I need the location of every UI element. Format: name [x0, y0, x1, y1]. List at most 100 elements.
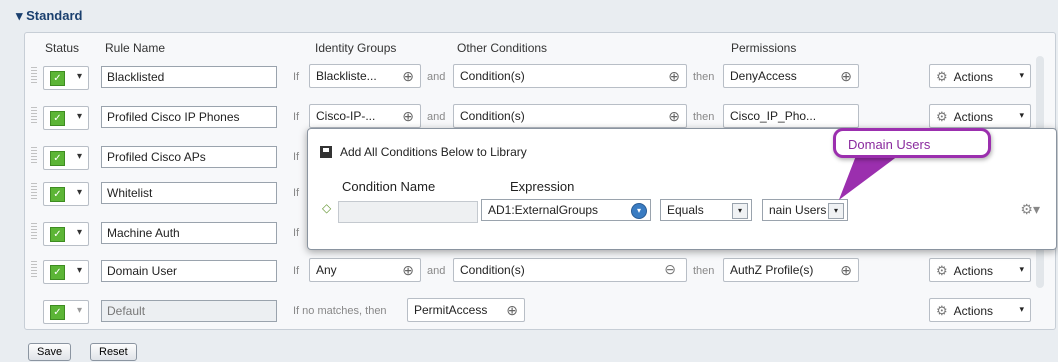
condition-name-input[interactable]	[338, 201, 478, 223]
and-label: and	[427, 111, 446, 123]
col-identity-groups: Identity Groups	[315, 41, 397, 55]
chevron-down-icon: ▾	[1019, 70, 1024, 80]
then-label: then	[693, 265, 715, 277]
chevron-down-icon: ▾	[732, 203, 748, 219]
rule-name-input[interactable]: Blacklisted	[101, 66, 277, 88]
gear-icon: ⚙	[936, 263, 948, 278]
plus-icon[interactable]: ⊕	[506, 302, 518, 319]
domain-users-tooltip: Domain Users	[833, 128, 991, 158]
status-toggle[interactable]: ✓ ▾	[43, 106, 89, 130]
actions-button[interactable]: ⚙ Actions ▾	[929, 258, 1031, 282]
condition-name-header: Condition Name	[342, 179, 436, 194]
save-icon	[320, 146, 332, 158]
check-icon: ✓	[50, 187, 65, 202]
chevron-down-icon: ▾	[76, 265, 82, 276]
plus-icon[interactable]: ⊕	[840, 262, 852, 279]
rule-name-input[interactable]: Domain User	[101, 260, 277, 282]
drag-handle-icon[interactable]	[31, 67, 37, 85]
col-other-conditions: Other Conditions	[457, 41, 548, 55]
permission-field[interactable]: Cisco_IP_Pho...	[723, 104, 859, 128]
chevron-down-icon: ▾	[76, 151, 82, 162]
plus-icon[interactable]: ⊕	[402, 68, 414, 85]
status-toggle[interactable]: ✓ ▾	[43, 146, 89, 170]
plus-icon[interactable]: ⊕	[402, 108, 414, 125]
drag-handle-icon[interactable]	[31, 147, 37, 165]
minus-icon[interactable]: ⊖	[664, 261, 676, 278]
col-status: Status	[45, 41, 80, 55]
rule-name-input: Default	[101, 300, 277, 322]
check-icon: ✓	[50, 227, 65, 242]
then-label: then	[693, 71, 715, 83]
permission-field[interactable]: PermitAccess ⊕	[407, 298, 525, 322]
chevron-down-icon: ▾	[76, 71, 82, 82]
value-select[interactable]: nain Users ▾	[762, 199, 848, 221]
check-icon: ✓	[50, 71, 65, 86]
check-icon: ✓	[50, 151, 65, 166]
plus-icon[interactable]: ⊕	[668, 68, 680, 85]
gear-icon: ⚙	[936, 69, 948, 84]
chevron-down-icon: ▾	[1019, 110, 1024, 120]
gear-icon: ⚙	[936, 109, 948, 124]
if-no-matches-label: If no matches, then	[293, 305, 387, 317]
reset-button[interactable]: Reset	[90, 343, 137, 361]
expression-header: Expression	[510, 179, 575, 194]
check-icon: ✓	[50, 111, 65, 126]
gear-icon[interactable]: ⚙▾	[1020, 201, 1040, 218]
drag-handle-icon[interactable]	[31, 183, 37, 201]
rule-name-input[interactable]: Machine Auth	[101, 222, 277, 244]
condition-field[interactable]: Condition(s) ⊕	[453, 64, 687, 88]
chevron-down-icon: ▾	[76, 305, 82, 316]
status-toggle[interactable]: ✓ ▾	[43, 300, 89, 324]
chevron-down-icon: ▾	[828, 203, 844, 219]
chevron-down-icon: ▾	[76, 187, 82, 198]
plus-icon[interactable]: ⊕	[840, 68, 852, 85]
drag-handle-icon[interactable]	[31, 261, 37, 279]
chevron-down-icon: ▾	[76, 227, 82, 238]
if-label: If	[293, 265, 300, 277]
rule-name-input[interactable]: Profiled Cisco IP Phones	[101, 106, 277, 128]
chevron-down-icon: ▾	[631, 203, 647, 219]
if-label: If	[293, 151, 300, 163]
status-toggle[interactable]: ✓ ▾	[43, 260, 89, 284]
if-label: If	[293, 187, 300, 199]
diamond-icon: ◇	[322, 201, 332, 215]
actions-button[interactable]: ⚙ Actions ▾	[929, 104, 1031, 128]
drag-handle-icon[interactable]	[31, 107, 37, 125]
status-toggle[interactable]: ✓ ▾	[43, 222, 89, 246]
chevron-down-icon: ▾	[76, 111, 82, 122]
if-label: If	[293, 71, 300, 83]
plus-icon[interactable]: ⊕	[402, 262, 414, 279]
actions-button[interactable]: ⚙ Actions ▾	[929, 298, 1031, 322]
plus-icon[interactable]: ⊕	[668, 108, 680, 125]
attribute-select[interactable]: AD1:ExternalGroups ▾	[481, 199, 651, 221]
status-toggle[interactable]: ✓ ▾	[43, 66, 89, 90]
rule-name-input[interactable]: Profiled Cisco APs	[101, 146, 277, 168]
condition-field[interactable]: Condition(s) ⊕	[453, 104, 687, 128]
chevron-down-icon: ▾	[1019, 304, 1024, 314]
identity-group-field[interactable]: Cisco-IP-... ⊕	[309, 104, 421, 128]
condition-field[interactable]: Condition(s) ⊖	[453, 258, 687, 282]
col-permissions: Permissions	[731, 41, 797, 55]
col-rule-name: Rule Name	[105, 41, 166, 55]
check-icon: ✓	[50, 305, 65, 320]
permission-field[interactable]: DenyAccess ⊕	[723, 64, 859, 88]
actions-button[interactable]: ⚙ Actions ▾	[929, 64, 1031, 88]
chevron-down-icon: ▾	[1019, 264, 1024, 274]
check-icon: ✓	[50, 265, 65, 280]
operator-select[interactable]: Equals ▾	[660, 199, 752, 221]
rule-row-blacklisted: ✓ ▾ Blacklisted If Blackliste... ⊕ and Con…	[29, 63, 1031, 93]
status-toggle[interactable]: ✓ ▾	[43, 182, 89, 206]
save-button[interactable]: Save	[28, 343, 72, 361]
if-label: If	[293, 111, 300, 123]
rule-name-input[interactable]: Whitelist	[101, 182, 277, 204]
if-label: If	[293, 227, 300, 239]
permission-field[interactable]: AuthZ Profile(s) ⊕	[723, 258, 859, 282]
rule-row-domain-user: ✓ ▾ Domain User If Any ⊕ and Condition(s) ⊖…	[29, 257, 1031, 287]
and-label: and	[427, 265, 446, 277]
drag-handle-icon[interactable]	[31, 223, 37, 241]
gear-icon: ⚙	[936, 303, 948, 318]
add-to-library-link[interactable]: Add All Conditions Below to Library	[320, 145, 527, 159]
section-title-standard[interactable]: ▾ Standard	[16, 8, 82, 24]
identity-group-field[interactable]: Any ⊕	[309, 258, 421, 282]
identity-group-field[interactable]: Blackliste... ⊕	[309, 64, 421, 88]
